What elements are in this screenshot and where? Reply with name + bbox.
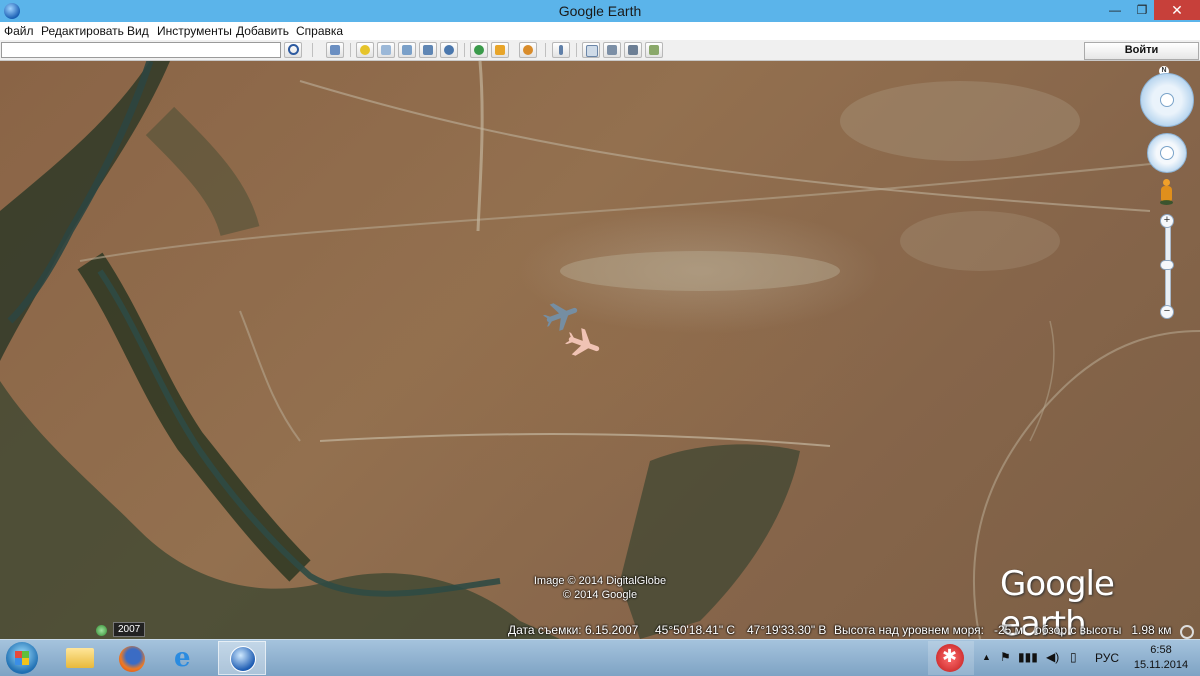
pegman-base bbox=[1160, 200, 1173, 205]
action-center-flag-icon[interactable]: ⚑ bbox=[1000, 650, 1011, 664]
map-view[interactable]: Image © 2014 DigitalGlobe © 2014 Google … bbox=[0, 61, 1200, 639]
tray-app-button[interactable] bbox=[928, 641, 974, 675]
placemark-icon bbox=[360, 45, 370, 55]
airplane-shadow bbox=[543, 303, 578, 331]
sidebar-toggle-button[interactable] bbox=[326, 42, 344, 58]
toolbar-separator bbox=[464, 43, 465, 57]
zoom-in-button[interactable]: + bbox=[1160, 214, 1174, 228]
clock-date: 15.11.2014 bbox=[1133, 659, 1189, 671]
window-title: Google Earth bbox=[558, 3, 642, 19]
menu-edit[interactable]: Редактировать bbox=[41, 24, 124, 38]
toolbar-separator bbox=[312, 43, 313, 57]
street-view-pegman-icon[interactable] bbox=[1160, 179, 1173, 205]
internet-explorer-icon: e bbox=[174, 643, 191, 673]
start-button[interactable] bbox=[6, 642, 38, 674]
toolbar: Войти bbox=[0, 40, 1200, 61]
overlay-icon bbox=[423, 45, 433, 55]
print-button[interactable] bbox=[603, 42, 621, 58]
view-in-maps-icon bbox=[649, 45, 659, 55]
close-button[interactable]: ✕ bbox=[1154, 0, 1200, 20]
add-path-button[interactable] bbox=[398, 42, 416, 58]
taskbar-firefox[interactable] bbox=[108, 641, 156, 675]
menu-tools[interactable]: Инструменты bbox=[157, 24, 232, 38]
zoom-slider-thumb[interactable] bbox=[1160, 260, 1174, 270]
google-earth-icon bbox=[230, 646, 256, 672]
logo-word-google: Google bbox=[1000, 564, 1115, 604]
streaming-status-icon bbox=[1180, 625, 1194, 639]
sidebar-toggle-icon bbox=[330, 45, 340, 55]
taskbar-internet-explorer[interactable]: e bbox=[162, 641, 210, 675]
longitude-readout: 47°19'33.30" В bbox=[747, 623, 827, 637]
view-in-google-maps-button[interactable] bbox=[645, 42, 663, 58]
toolbar-separator bbox=[545, 43, 546, 57]
toolbar-separator bbox=[576, 43, 577, 57]
eye-icon bbox=[1160, 93, 1174, 107]
menu-bar: Файл Редактировать Вид Инструменты Добав… bbox=[0, 22, 1200, 41]
toolbar-separator bbox=[350, 43, 351, 57]
add-polygon-button[interactable] bbox=[377, 42, 395, 58]
battery-icon[interactable]: ▯ bbox=[1070, 650, 1077, 664]
hand-icon bbox=[1160, 146, 1174, 160]
sign-in-button[interactable]: Войти bbox=[1084, 42, 1199, 60]
minimize-button[interactable]: — bbox=[1100, 0, 1130, 20]
print-icon bbox=[607, 45, 617, 55]
save-image-icon bbox=[628, 45, 638, 55]
save-image-button[interactable] bbox=[624, 42, 642, 58]
taskbar-file-explorer[interactable] bbox=[56, 641, 104, 675]
sun-icon bbox=[495, 45, 505, 55]
windows-logo-icon-lower bbox=[15, 658, 29, 665]
menu-add[interactable]: Добавить bbox=[236, 24, 289, 38]
add-placemark-button[interactable] bbox=[356, 42, 374, 58]
search-icon bbox=[288, 44, 299, 55]
zoom-out-button[interactable]: − bbox=[1160, 305, 1174, 319]
email-icon bbox=[586, 45, 598, 57]
tour-icon bbox=[444, 45, 454, 55]
input-language-indicator[interactable]: РУС bbox=[1095, 651, 1119, 665]
sunlight-button[interactable] bbox=[491, 42, 509, 58]
show-hidden-icons-button[interactable]: ▲ bbox=[982, 652, 991, 662]
pegman-body bbox=[1161, 186, 1172, 201]
menu-file[interactable]: Файл bbox=[4, 24, 34, 38]
menu-help[interactable]: Справка bbox=[296, 24, 343, 38]
volume-icon[interactable]: ◀) bbox=[1046, 650, 1059, 664]
firefox-icon bbox=[119, 646, 145, 672]
taskbar-google-earth[interactable] bbox=[218, 641, 266, 675]
ruler-button[interactable] bbox=[552, 42, 570, 58]
maximize-button[interactable]: ❐ bbox=[1130, 0, 1154, 20]
title-bar: Google Earth — ❐ ✕ bbox=[0, 0, 1200, 22]
planets-icon bbox=[523, 45, 533, 55]
satellite-imagery bbox=[0, 61, 1200, 639]
pegman-head bbox=[1163, 179, 1170, 186]
ruler-icon bbox=[559, 45, 563, 55]
system-clock[interactable]: 6:58 15.11.2014 bbox=[1126, 643, 1196, 673]
latitude-readout: 45°50'18.41" С bbox=[655, 623, 736, 637]
search-input[interactable] bbox=[1, 42, 281, 58]
historical-imagery-button[interactable] bbox=[470, 42, 488, 58]
add-overlay-button[interactable] bbox=[419, 42, 437, 58]
network-icon[interactable]: ▮▮▮ bbox=[1018, 650, 1038, 664]
clock-time: 6:58 bbox=[1150, 644, 1172, 656]
imagery-date: Дата съемки: 6.15.2007 bbox=[508, 623, 639, 637]
windows-taskbar: e ▲ ⚑ ▮▮▮ ◀) ▯ РУС 6:58 15.11.2014 bbox=[0, 639, 1200, 676]
move-control[interactable] bbox=[1147, 133, 1187, 173]
search-button[interactable] bbox=[284, 42, 302, 58]
folder-icon bbox=[66, 648, 94, 668]
historical-imagery-icon bbox=[474, 45, 484, 55]
airplane bbox=[565, 328, 600, 356]
menu-view[interactable]: Вид bbox=[127, 24, 149, 38]
elevation-readout: Высота над уровнем моря: -25 м bbox=[834, 623, 1023, 637]
email-button[interactable] bbox=[582, 42, 600, 58]
eye-altitude-readout: обзор с высоты 1.98 км bbox=[1035, 623, 1172, 637]
polygon-icon bbox=[381, 45, 391, 55]
planets-button[interactable] bbox=[519, 42, 537, 58]
path-icon bbox=[402, 45, 412, 55]
antivirus-icon bbox=[936, 644, 964, 672]
record-tour-button[interactable] bbox=[440, 42, 458, 58]
look-around-control[interactable] bbox=[1140, 73, 1194, 127]
